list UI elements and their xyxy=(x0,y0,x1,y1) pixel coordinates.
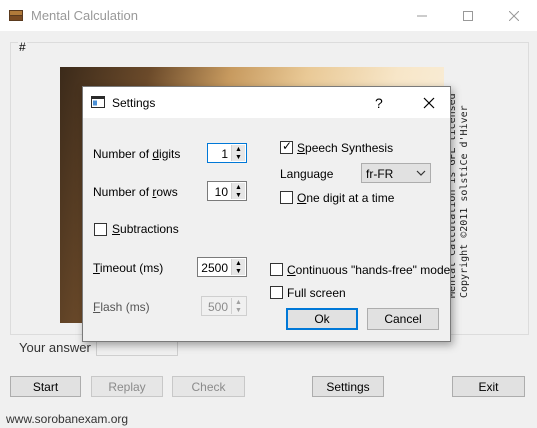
website-link[interactable]: www.sorobanexam.org xyxy=(6,412,128,426)
dialog-title: Settings xyxy=(112,96,156,110)
ok-button[interactable]: Ok xyxy=(286,308,358,330)
continuous-mode-label[interactable]: Continuous "hands-free" mode xyxy=(287,263,450,277)
speech-synthesis-label[interactable]: Speech Synthesis xyxy=(297,141,393,155)
full-screen-label[interactable]: Full screen xyxy=(287,286,346,300)
number-of-rows-spinner[interactable]: 10 ▲ ▼ xyxy=(207,181,247,201)
subtractions-label[interactable]: Subtractions xyxy=(112,222,179,236)
settings-dialog: Settings ? Number of digits 1 ▲ ▼ Number … xyxy=(82,86,451,342)
number-of-digits-spinner[interactable]: 1 ▲ ▼ xyxy=(207,143,247,163)
help-button[interactable]: ? xyxy=(375,95,383,111)
subtractions-checkbox[interactable] xyxy=(94,223,107,236)
spin-down-icon[interactable]: ▼ xyxy=(231,191,245,199)
replay-button[interactable]: Replay xyxy=(91,376,163,397)
dialog-window-icon xyxy=(91,96,105,108)
copyright-line-2: Copyright ©2011 solstiCe d'Hiver xyxy=(459,105,470,298)
spin-up-icon[interactable]: ▲ xyxy=(231,298,245,306)
full-screen-checkbox[interactable] xyxy=(270,286,283,299)
spin-up-icon[interactable]: ▲ xyxy=(231,259,245,267)
number-of-rows-label: Number of rows xyxy=(93,185,178,199)
checkmark-icon: ✓ xyxy=(282,139,293,153)
speech-synthesis-checkbox[interactable]: ✓ xyxy=(280,139,293,154)
spin-up-icon[interactable]: ▲ xyxy=(231,145,245,153)
number-of-digits-label: Number of digits xyxy=(93,147,181,161)
exit-button[interactable]: Exit xyxy=(452,376,525,397)
maximize-icon xyxy=(463,10,473,21)
group-label: # xyxy=(18,40,27,54)
continuous-mode-checkbox[interactable] xyxy=(270,263,283,276)
chevron-down-icon xyxy=(416,170,426,176)
window-title: Mental Calculation xyxy=(31,8,138,23)
copyright-notice: Mental Calculation is GPL licensed Copyr… xyxy=(447,88,472,298)
flash-label: Flash (ms) xyxy=(93,300,150,314)
close-icon xyxy=(509,10,519,21)
dialog-close-button[interactable] xyxy=(420,94,438,112)
timeout-spinner[interactable]: 2500 ▲ ▼ xyxy=(197,257,247,277)
one-digit-at-a-time-label[interactable]: One digit at a time xyxy=(297,191,394,205)
close-button[interactable] xyxy=(491,0,537,31)
spin-down-icon[interactable]: ▼ xyxy=(231,153,245,161)
maximize-button[interactable] xyxy=(445,0,491,31)
check-button[interactable]: Check xyxy=(172,376,245,397)
start-button[interactable]: Start xyxy=(10,376,81,397)
minimize-icon xyxy=(417,15,427,16)
timeout-label: Timeout (ms) xyxy=(93,261,164,275)
cancel-button[interactable]: Cancel xyxy=(367,308,439,330)
answer-label: Your answer xyxy=(19,340,91,355)
language-select[interactable]: fr-FR xyxy=(361,163,431,183)
spin-up-icon[interactable]: ▲ xyxy=(231,183,245,191)
settings-button[interactable]: Settings xyxy=(312,376,384,397)
app-icon xyxy=(8,7,24,23)
spin-down-icon[interactable]: ▼ xyxy=(231,306,245,314)
close-icon xyxy=(423,97,435,109)
language-label: Language xyxy=(280,167,334,181)
minimize-button[interactable] xyxy=(399,0,445,31)
one-digit-at-a-time-checkbox[interactable] xyxy=(280,191,293,204)
spin-down-icon[interactable]: ▼ xyxy=(231,267,245,275)
flash-spinner[interactable]: 500 ▲ ▼ xyxy=(201,296,247,316)
